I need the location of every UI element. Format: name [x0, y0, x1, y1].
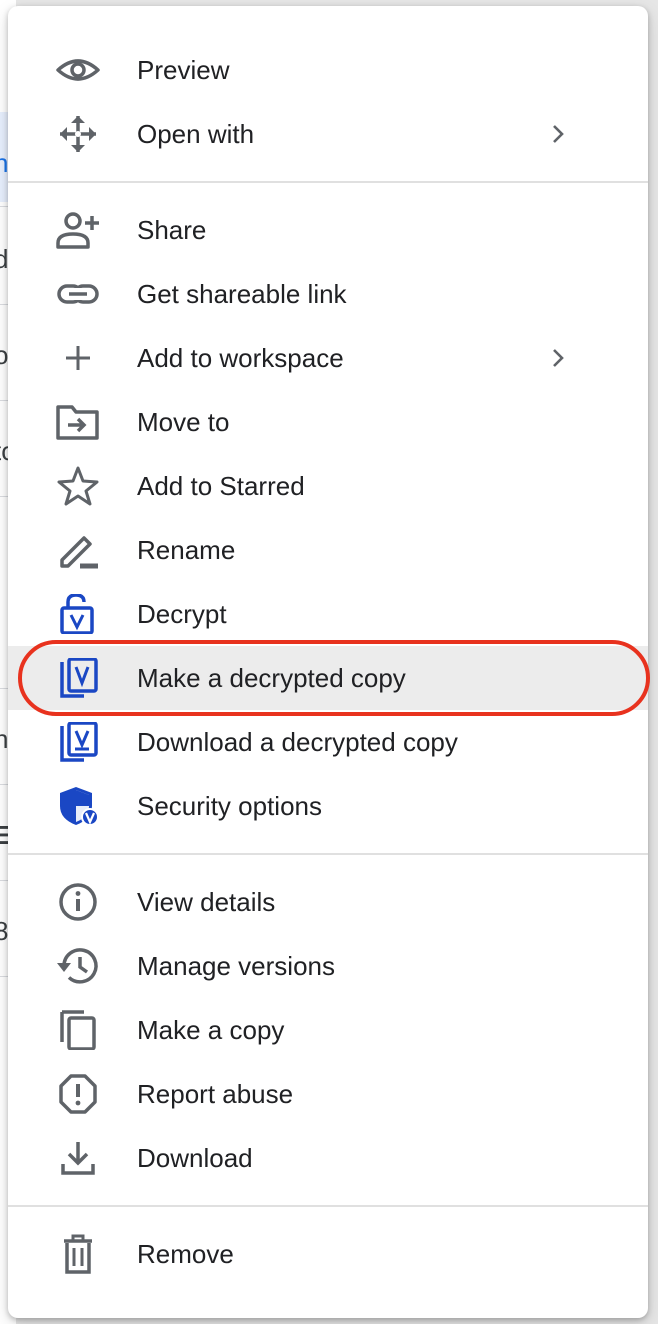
menu-item-share[interactable]: Share: [8, 198, 648, 262]
plus-icon: [54, 338, 102, 378]
menu-item-make-a-copy[interactable]: Make a copy: [8, 998, 648, 1062]
menu-item-label: Download a decrypted copy: [137, 727, 458, 757]
menu-item-view-details[interactable]: View details: [8, 870, 648, 934]
eye-icon: [54, 50, 102, 90]
star-outline-icon: [54, 466, 102, 506]
menu-item-label: Get shareable link: [137, 279, 347, 309]
menu-item-add-to-workspace[interactable]: Add to workspace: [8, 326, 648, 390]
menu-item-security-options[interactable]: Security options: [8, 774, 648, 838]
menu-item-label: Decrypt: [137, 599, 227, 629]
menu-item-move-to[interactable]: Move to: [8, 390, 648, 454]
history-icon: [54, 946, 102, 986]
menu-item-label: Rename: [137, 535, 236, 565]
menu-item-report-abuse[interactable]: Report abuse: [8, 1062, 648, 1126]
menu-item-download-decrypted-copy[interactable]: Download a decrypted copy: [8, 710, 648, 774]
chevron-right-icon: [546, 122, 570, 146]
menu-item-preview[interactable]: Preview: [8, 38, 648, 102]
menu-item-label: Add to Starred: [137, 471, 305, 501]
menu-item-label: Open with: [137, 119, 255, 149]
pencil-icon: [54, 530, 102, 570]
move-arrows-icon: [54, 114, 102, 154]
menu-item-label: Manage versions: [137, 951, 335, 981]
menu-item-decrypt[interactable]: Decrypt: [8, 582, 648, 646]
info-icon: [54, 882, 102, 922]
trash-icon: [54, 1234, 102, 1274]
menu-item-get-shareable-link[interactable]: Get shareable link: [8, 262, 648, 326]
menu-item-label: Remove: [137, 1239, 234, 1269]
menu-item-open-with[interactable]: Open with: [8, 102, 648, 166]
menu-item-label: Move to: [137, 407, 230, 437]
menu-item-label: Report abuse: [137, 1079, 294, 1109]
menu-item-label: Download: [137, 1143, 253, 1173]
menu-item-label: Share: [137, 215, 207, 245]
menu-divider: [8, 1205, 648, 1207]
menu-item-label: Preview: [137, 55, 230, 85]
download-icon: [54, 1138, 102, 1178]
menu-item-label: Make a copy: [137, 1015, 285, 1045]
copy-icon: [54, 1010, 102, 1050]
menu-item-label: Add to workspace: [137, 343, 344, 373]
menu-divider: [8, 853, 648, 855]
download-badge-icon: [54, 722, 102, 762]
menu-item-add-to-starred[interactable]: Add to Starred: [8, 454, 648, 518]
menu-item-label: View details: [137, 887, 276, 917]
menu-item-remove[interactable]: Remove: [8, 1222, 648, 1286]
menu-item-label: Security options: [137, 791, 322, 821]
report-icon: [54, 1074, 102, 1114]
folder-move-icon: [54, 402, 102, 442]
annotation-highlight-ring: [18, 640, 650, 716]
menu-divider: [8, 181, 648, 183]
shield-badge-icon: [54, 786, 102, 826]
unlock-badge-icon: [54, 594, 102, 634]
menu-item-rename[interactable]: Rename: [8, 518, 648, 582]
link-icon: [54, 274, 102, 314]
chevron-right-icon: [546, 346, 570, 370]
menu-item-manage-versions[interactable]: Manage versions: [8, 934, 648, 998]
person-add-icon: [54, 210, 102, 250]
menu-item-download[interactable]: Download: [8, 1126, 648, 1190]
